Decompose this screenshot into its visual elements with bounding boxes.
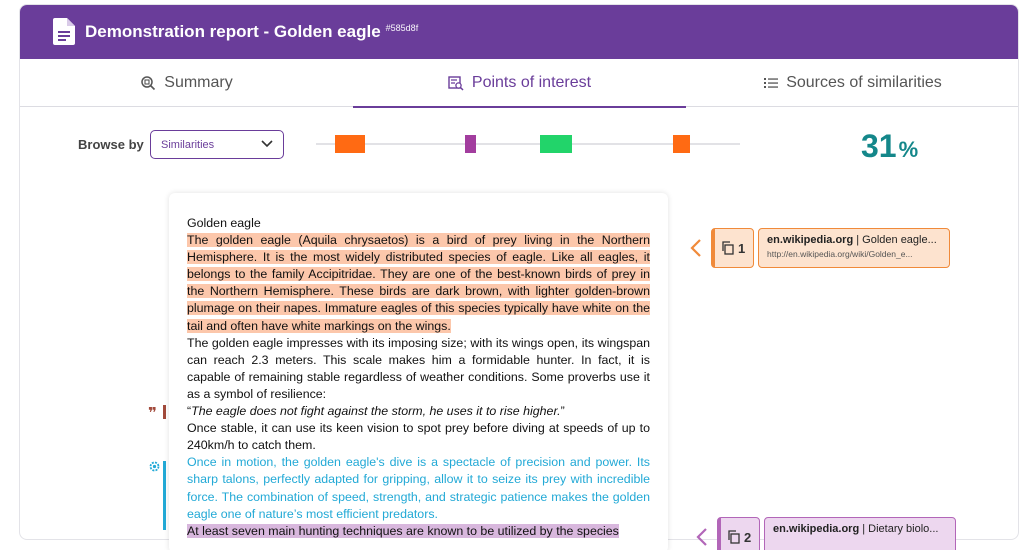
- timeline-mark-orange[interactable]: [335, 135, 365, 153]
- quote-marker-icon: ❞: [148, 405, 157, 422]
- ai-marker-bar: [163, 461, 166, 530]
- source-title: | Golden eagle...: [856, 234, 937, 246]
- document-paragraph[interactable]: At least seven main hunting techniques a…: [187, 523, 650, 540]
- similarity-score: 31 %: [861, 128, 918, 165]
- browse-by-select[interactable]: Similarities: [150, 130, 284, 159]
- document-heading: Golden eagle: [187, 216, 261, 230]
- quote-marker-bar: [163, 405, 166, 419]
- document-paragraph[interactable]: The golden eagle (Aquila chrysaetos) is …: [187, 232, 650, 335]
- browse-by-selected-value: Similarities: [161, 138, 215, 151]
- source-card-title: en.wikipedia.org | Golden eagle...: [767, 234, 941, 246]
- copy-icon: [728, 530, 740, 544]
- tab-points-of-interest[interactable]: Points of interest: [353, 59, 686, 108]
- document-paragraph: Once stable, it can use its keen vision …: [187, 421, 650, 453]
- chevron-left-icon[interactable]: [696, 528, 708, 546]
- tab-sources-of-similarities-label: Sources of similarities: [786, 74, 942, 91]
- tab-bar: Summary Points of interest Sources of si…: [20, 59, 1018, 108]
- similarity-highlight[interactable]: The golden eagle (Aquila chrysaetos) is …: [187, 233, 650, 333]
- gear-icon: [149, 461, 160, 472]
- ai-generated-paragraph[interactable]: Once in motion, the golden eagle's dive …: [187, 454, 650, 522]
- tab-points-of-interest-label: Points of interest: [471, 74, 592, 91]
- document-quote: “The eagle does not fight against the st…: [187, 403, 650, 420]
- report-title-text: Demonstration report - Golden eagle: [85, 22, 381, 41]
- report-title: Demonstration report - Golden eagle #585…: [85, 22, 418, 42]
- similarity-score-unit: %: [898, 137, 919, 162]
- tab-summary-label: Summary: [164, 74, 233, 91]
- source-number-badge[interactable]: 2: [717, 517, 760, 550]
- points-of-interest-icon: [448, 76, 464, 91]
- document-text: Golden eagle The golden eagle (Aquila ch…: [187, 215, 650, 540]
- document-viewer: Golden eagle The golden eagle (Aquila ch…: [169, 193, 668, 550]
- source-domain: en.wikipedia.org: [767, 234, 854, 246]
- list-icon: [764, 78, 779, 88]
- chevron-down-icon: [261, 140, 273, 148]
- source-url[interactable]: http://en.wikipedia.org/wiki/Golden_e...: [767, 249, 941, 259]
- source-card[interactable]: en.wikipedia.org | Golden eagle... http:…: [758, 228, 950, 268]
- tab-sources-of-similarities[interactable]: Sources of similarities: [686, 59, 1018, 107]
- copy-icon: [722, 241, 734, 255]
- similarity-highlight[interactable]: At least seven main hunting techniques a…: [187, 523, 619, 538]
- timeline-mark-purple[interactable]: [465, 135, 476, 153]
- quote-close-mark: ”: [560, 404, 565, 419]
- quote-text: The eagle does not fight against the sto…: [191, 404, 561, 419]
- chevron-left-icon[interactable]: [690, 239, 702, 257]
- source-card[interactable]: en.wikipedia.org | Dietary biolo...: [764, 517, 956, 550]
- document-icon: [53, 18, 75, 45]
- source-card-title: en.wikipedia.org | Dietary biolo...: [773, 523, 947, 535]
- report-hash: #585d8f: [385, 23, 419, 33]
- similarity-score-value: 31: [861, 128, 897, 164]
- source-title: | Dietary biolo...: [862, 523, 939, 535]
- similarity-timeline: [316, 134, 740, 154]
- tab-summary[interactable]: Summary: [20, 59, 353, 107]
- source-domain: en.wikipedia.org: [773, 523, 860, 535]
- timeline-mark-orange[interactable]: [673, 135, 690, 153]
- timeline-mark-green[interactable]: [540, 135, 572, 153]
- browse-by-label: Browse by: [78, 137, 144, 152]
- report-header: Demonstration report - Golden eagle #585…: [20, 5, 1018, 59]
- document-paragraph: The golden eagle impresses with its impo…: [187, 335, 650, 401]
- source-number: 1: [738, 240, 746, 256]
- summary-icon: [141, 76, 156, 91]
- source-number-badge[interactable]: 1: [711, 228, 754, 268]
- source-number: 2: [744, 529, 752, 545]
